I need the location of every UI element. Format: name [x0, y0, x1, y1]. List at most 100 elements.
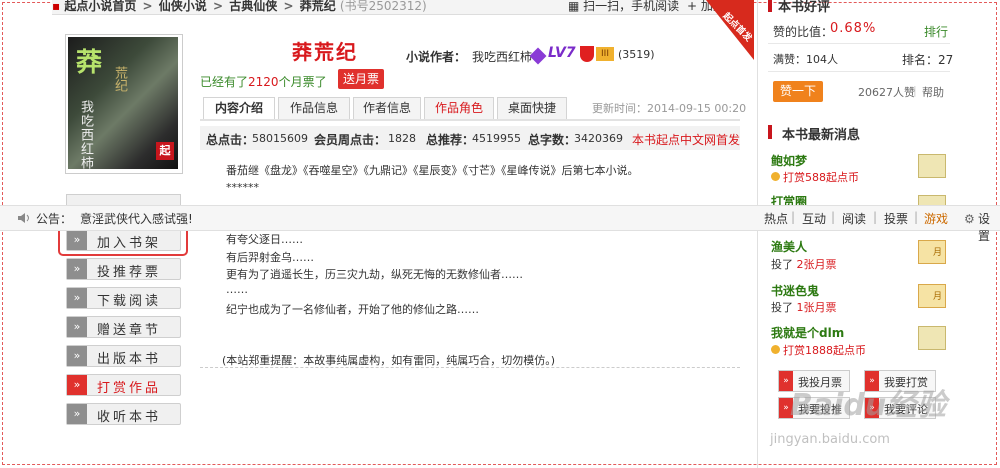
download-read-button[interactable]: » 下载阅读: [66, 287, 181, 309]
cover-logo: 起: [156, 142, 174, 160]
nav-vote[interactable]: 投票: [884, 210, 908, 227]
nav-read[interactable]: 阅读: [842, 210, 866, 227]
fan-badge: III: [596, 47, 614, 61]
tab-author-info[interactable]: 作者信息: [353, 97, 421, 119]
chevron-right-icon: »: [67, 346, 87, 366]
message-action: 打赏1888起点币: [771, 342, 866, 358]
tab-intro[interactable]: 内容介绍: [203, 97, 275, 119]
watermark-url: jingyan.baidu.com: [770, 432, 890, 447]
recommend-ticket-button[interactable]: » 投推荐票: [66, 258, 181, 280]
author-label: 小说作者：: [406, 50, 467, 64]
author-name[interactable]: 我吃西红柿: [472, 48, 532, 65]
message-action: 投了 1张月票: [771, 301, 837, 314]
monthly-ticket-icon: 月: [918, 284, 946, 308]
description-line: 有夸父逐日……: [226, 233, 303, 246]
message-action: 投了 2张月票: [771, 258, 837, 271]
tab-book-info[interactable]: 作品信息: [278, 97, 350, 119]
chevron-right-icon: »: [67, 288, 87, 308]
message-user[interactable]: 鲍如梦: [771, 152, 807, 169]
chevron-right-icon: »: [67, 317, 87, 337]
description-line: 有后羿射金乌……: [226, 251, 314, 264]
manzan-count: 满赞：104人: [773, 53, 838, 66]
cover-title-big: 莽: [76, 48, 103, 78]
member-weekly-value: 1828: [388, 132, 416, 145]
tab-desktop-shortcut[interactable]: 桌面快捷: [497, 97, 567, 119]
tab-characters[interactable]: 作品角色: [424, 97, 494, 119]
like-button[interactable]: 赞一下: [773, 81, 823, 102]
total-clicks-label: 总点击：: [206, 133, 255, 147]
total-recommend-label: 总推荐：: [426, 133, 475, 147]
section-marker: [768, 125, 772, 139]
nav-interact[interactable]: 互动: [802, 210, 826, 227]
help-link[interactable]: 帮助: [922, 84, 944, 100]
message-user[interactable]: 我就是个dlm: [771, 324, 844, 341]
first-release-text: 本书起点中文网首发: [632, 133, 741, 147]
member-weekly-label: 会员周点击：: [314, 133, 387, 147]
breadcrumb-subcategory[interactable]: 古典仙侠: [229, 0, 277, 13]
shield-badge-icon: [580, 46, 594, 62]
cover-title-rest: 荒纪: [112, 66, 127, 92]
divider: [200, 367, 740, 368]
gift-icon: [918, 326, 946, 350]
author-score: (3519): [618, 48, 655, 61]
monthly-count: 2120: [248, 75, 279, 89]
message-user[interactable]: 渔美人: [771, 238, 807, 255]
monthly-ticket-icon: 月: [918, 240, 946, 264]
nav-hot[interactable]: 热点: [764, 210, 788, 227]
sidebar-top-title: 本书好评: [778, 0, 831, 15]
book-title: 莽荒纪: [292, 40, 358, 64]
sidebar-divider: [757, 0, 758, 468]
divider: [768, 43, 950, 44]
total-words-label: 总字数：: [528, 133, 577, 147]
breadcrumb-book: 莽荒纪: [299, 0, 336, 13]
ratio-value: 0.68%: [830, 21, 877, 36]
send-monthly-ticket-button[interactable]: 送月票: [338, 69, 384, 89]
disclaimer-note: (本站郑重提醒：本故事纯属虚构，如有雷同，纯属巧合，切勿模仿。): [222, 354, 556, 367]
total-recommend-value: 4519955: [472, 132, 521, 145]
breadcrumb: ▪ 起点小说首页 > 仙侠小说 > 古典仙侠 > 莽荒纪 (书号2502312): [52, 0, 427, 13]
speaker-icon: [18, 212, 32, 223]
gift-icon: [918, 154, 946, 178]
like-count: 20627人赞: [858, 86, 915, 99]
author-level: LV7: [548, 45, 576, 61]
listen-book-button[interactable]: » 收听本书: [66, 403, 181, 425]
monthly-ticket-info: 已经有了2120个月票了: [200, 75, 327, 89]
ratio-label: 赞的比值：: [773, 25, 834, 39]
nav-game[interactable]: 游戏: [924, 210, 948, 227]
chevron-right-icon: »: [67, 375, 87, 395]
total-words-value: 3420369: [574, 132, 623, 145]
settings-link[interactable]: 设置: [978, 210, 1000, 244]
news-title: 本书最新消息: [782, 128, 861, 143]
description-line: ……: [226, 283, 248, 296]
section-marker: [768, 0, 772, 12]
message-action: 打赏588起点币: [771, 169, 859, 185]
update-time: 更新时间：2014-09-15 00:20: [592, 102, 747, 115]
gear-icon[interactable]: ⚙: [964, 212, 975, 226]
reward-work-button[interactable]: » 打赏作品: [66, 374, 181, 396]
book-id: (书号2502312): [339, 0, 427, 13]
coin-icon: [771, 345, 780, 354]
rank-number: 排名：27: [902, 53, 954, 67]
qrcode-icon: ▦: [568, 0, 580, 13]
total-clicks-value: 58015609: [252, 132, 308, 145]
message-user[interactable]: 书迷色鬼: [771, 282, 819, 299]
description-line: ******: [226, 181, 259, 194]
chevron-right-icon: »: [67, 404, 87, 424]
description-line: 纪宁也成为了一名修仙者，开始了他的修仙之路……: [226, 303, 479, 316]
add-icon: +: [687, 0, 698, 13]
cover-author: 我吃西红柿: [78, 100, 93, 170]
notice-label: 公告：: [36, 212, 73, 226]
watermark-logo: Baidu经验: [790, 388, 947, 423]
breadcrumb-category[interactable]: 仙侠小说: [159, 0, 207, 13]
notice-text[interactable]: 意淫武侠代入感试强!: [80, 210, 193, 227]
gift-chapter-button[interactable]: » 赠送章节: [66, 316, 181, 338]
breadcrumb-home[interactable]: 起点小说首页: [64, 0, 136, 13]
scan-link[interactable]: 扫一扫，手机阅读: [583, 0, 679, 13]
divider: [768, 71, 950, 72]
description-line: 更有为了逍遥长生，历三灾九劫，纵死无悔的无数修仙者……: [226, 268, 523, 281]
rank-link[interactable]: 排行: [924, 23, 948, 40]
coin-icon: [771, 172, 780, 181]
publish-book-button[interactable]: » 出版本书: [66, 345, 181, 367]
chevron-right-icon: »: [67, 259, 87, 279]
description-line: 番茄继《盘龙》《吞噬星空》《九鼎记》《星辰变》《寸芒》《星峰传说》后第七本小说。: [226, 164, 639, 177]
